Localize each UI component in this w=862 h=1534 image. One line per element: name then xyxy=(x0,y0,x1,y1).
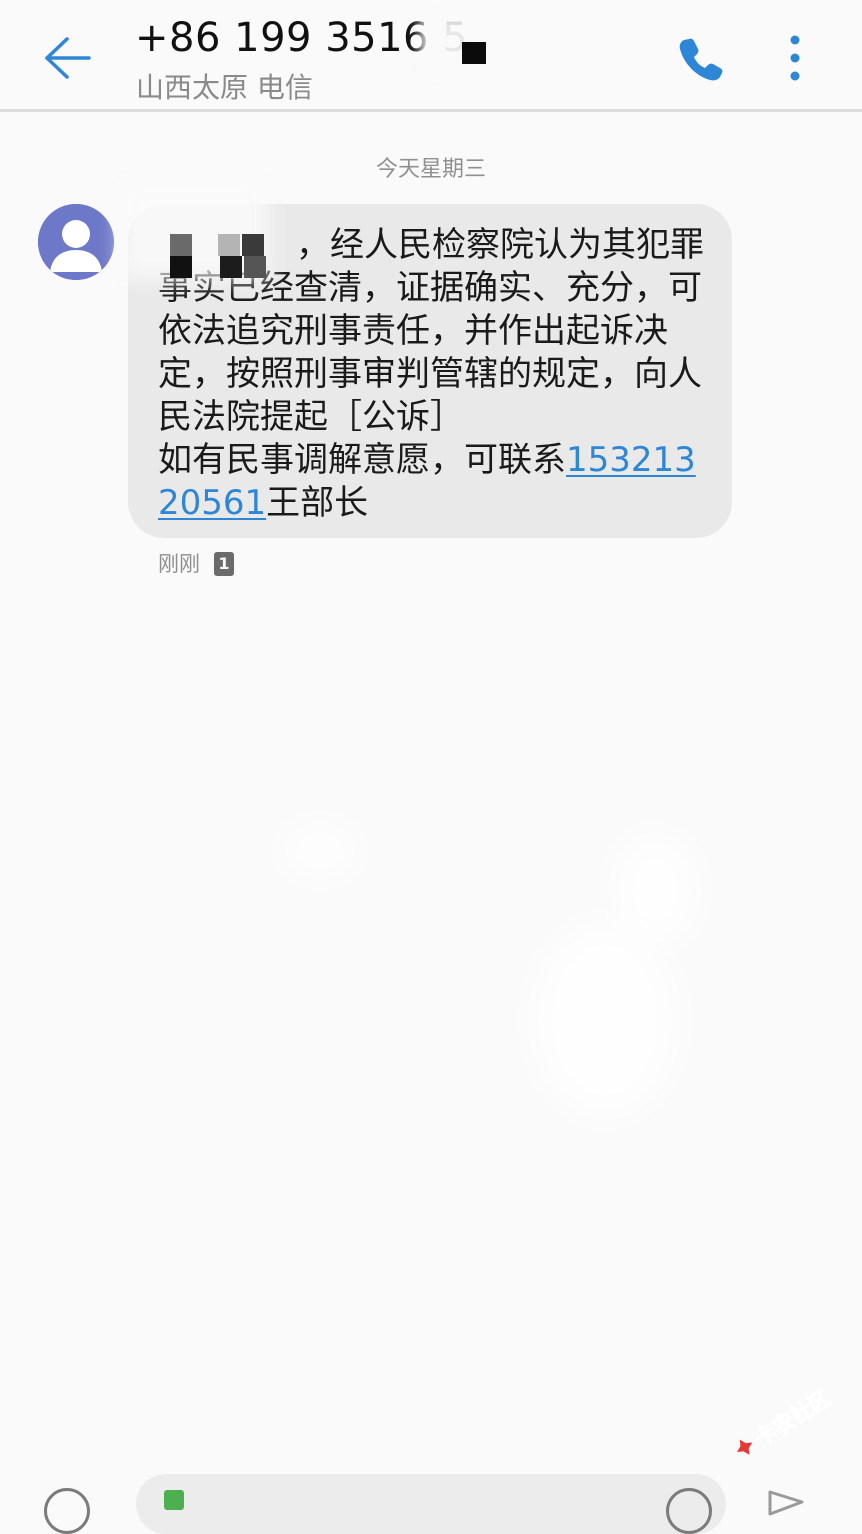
conversation-header: +86 199 3516 5 山西太原 电信 xyxy=(0,0,862,110)
more-vertical-icon xyxy=(790,35,800,81)
watermark-text: 卡农社区 xyxy=(750,1385,835,1451)
emoji-button[interactable] xyxy=(666,1488,712,1534)
sim-badge: 1 xyxy=(214,552,234,576)
watermark: 卡农社区 xyxy=(720,1369,845,1478)
more-options-button[interactable] xyxy=(775,30,815,86)
background-smudge xyxy=(280,820,360,880)
person-icon xyxy=(38,204,114,280)
background-smudge xyxy=(530,920,680,1120)
sim-card-icon[interactable] xyxy=(164,1490,184,1510)
attach-button[interactable] xyxy=(44,1488,90,1534)
message-time: 刚刚 xyxy=(158,552,200,576)
send-icon xyxy=(768,1490,804,1516)
contact-location-carrier: 山西太原 电信 xyxy=(136,71,313,104)
header-divider xyxy=(0,109,862,112)
mosaic-block xyxy=(244,256,266,278)
mosaic-block xyxy=(242,234,264,256)
compose-input[interactable] xyxy=(136,1474,726,1534)
arrow-left-icon xyxy=(45,37,91,79)
message-signoff: 王部长 xyxy=(266,483,369,523)
send-button[interactable] xyxy=(766,1488,806,1518)
message-meta: 刚刚 1 xyxy=(158,550,234,578)
mosaic-block xyxy=(220,256,242,278)
back-button[interactable] xyxy=(38,28,98,88)
redaction-mark xyxy=(462,42,486,64)
mosaic-block xyxy=(218,234,240,256)
phone-icon xyxy=(679,38,723,81)
call-button[interactable] xyxy=(672,30,728,86)
mosaic-block xyxy=(170,234,192,256)
contact-phone-number: +86 199 3516 5 xyxy=(135,15,469,61)
sender-avatar[interactable] xyxy=(38,204,114,280)
mosaic-block xyxy=(170,256,192,278)
background-smudge xyxy=(610,830,700,950)
